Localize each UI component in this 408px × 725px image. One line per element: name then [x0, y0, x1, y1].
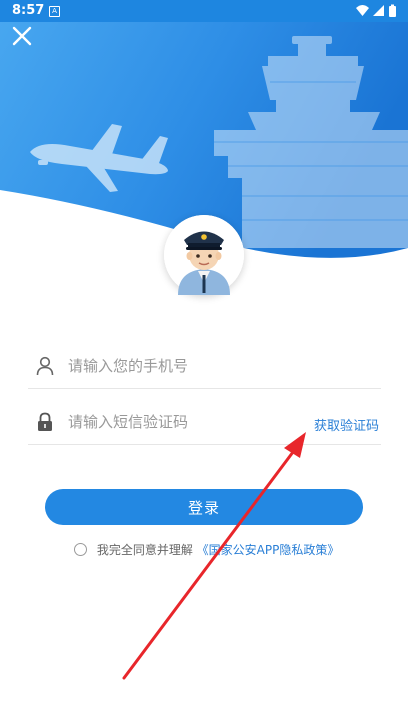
police-officer-avatar-image	[164, 215, 244, 295]
get-code-button[interactable]: 获取验证码	[314, 415, 379, 434]
privacy-policy-link[interactable]: 《国家公安APP隐私政策》	[197, 543, 340, 557]
annotation-arrow-shaft	[122, 446, 298, 680]
phone-field-row	[28, 344, 381, 389]
login-button[interactable]: 登录	[45, 489, 363, 525]
agreement-text: 我完全同意并理解	[96, 543, 193, 557]
battery-icon	[389, 4, 396, 17]
status-time: 8:57	[12, 3, 45, 18]
lock-icon	[38, 412, 52, 431]
phone-input[interactable]	[68, 352, 308, 380]
avatar	[164, 215, 244, 295]
status-bar: 8:57 A	[0, 0, 408, 22]
notification-icon: A	[49, 6, 60, 17]
user-icon	[36, 356, 54, 376]
close-button[interactable]	[10, 24, 34, 48]
close-icon	[12, 26, 32, 46]
wifi-icon	[356, 5, 369, 16]
sms-code-input[interactable]	[68, 408, 308, 436]
sms-code-field-row: 获取验证码	[28, 400, 381, 445]
agreement-row: 我完全同意并理解 《国家公安APP隐私政策》	[74, 541, 339, 561]
status-icons	[354, 3, 398, 23]
agreement-checkbox[interactable]	[74, 543, 87, 556]
signal-icon	[373, 5, 384, 16]
